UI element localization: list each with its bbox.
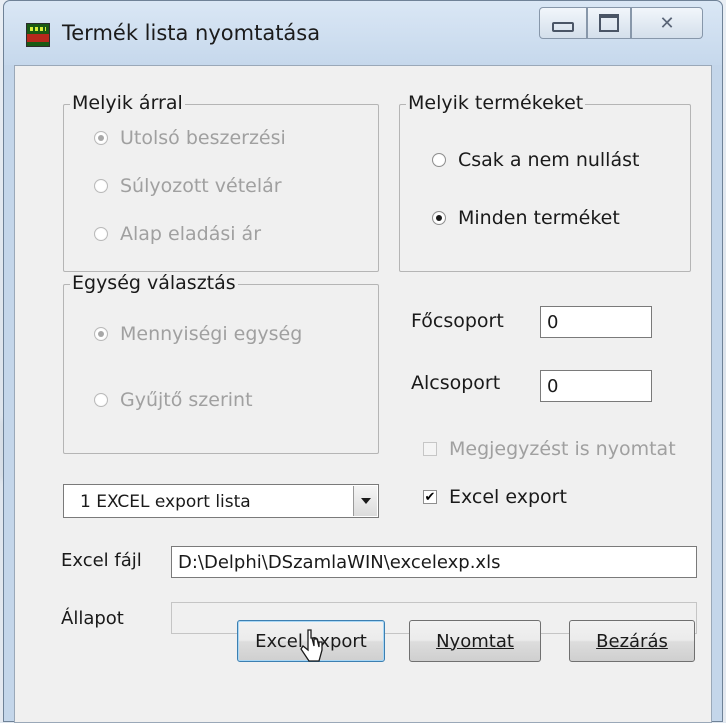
radio-button[interactable]	[432, 211, 446, 225]
radio-label: Minden terméket	[458, 207, 620, 229]
print-button[interactable]: Nyomtat	[409, 620, 541, 662]
sub-group-label: Alcsoport	[411, 372, 501, 394]
dialog-window: Termék lista nyomtatása ✕ Melyik árral U…	[3, 0, 723, 723]
app-icon[interactable]	[26, 23, 50, 47]
maximize-icon	[599, 14, 619, 32]
mouse-cursor-icon	[300, 629, 323, 662]
radio-button[interactable]	[94, 179, 108, 193]
products-group-label: Melyik termékeket	[406, 92, 586, 114]
note-checkbox-row[interactable]: Megjegyzést is nyomtat	[423, 438, 676, 460]
radio-label: Súlyozott vételár	[120, 175, 282, 197]
caption-buttons: ✕	[539, 7, 717, 39]
minimize-icon	[552, 22, 574, 32]
main-group-input[interactable]	[540, 306, 652, 338]
note-checkbox-label: Megjegyzést is nyomtat	[449, 438, 676, 460]
unit-group-label: Egység választás	[70, 272, 238, 294]
radio-label: Mennyiségi egység	[120, 323, 303, 345]
excel-checkbox-label: Excel export	[449, 486, 567, 508]
main-group-label: Főcsoport	[411, 310, 504, 332]
radio-weighted-price[interactable]: Súlyozott vételár	[94, 175, 282, 197]
products-group: Melyik termékeket Csak a nem nullást Min…	[399, 92, 691, 272]
excel-checkbox-row[interactable]: ✔ Excel export	[423, 486, 567, 508]
report-type-select[interactable]: 1 EXCEL export lista	[63, 484, 379, 518]
chevron-down-icon	[360, 498, 371, 504]
radio-button[interactable]	[94, 327, 108, 341]
dialog-client-area: Melyik árral Utolsó beszerzési Súlyozott…	[14, 65, 712, 723]
radio-quantity-unit[interactable]: Mennyiségi egység	[94, 323, 302, 345]
price-group: Melyik árral Utolsó beszerzési Súlyozott…	[63, 92, 379, 272]
title-bar[interactable]: Termék lista nyomtatása ✕	[4, 1, 722, 65]
excel-file-label: Excel fájl	[61, 550, 142, 571]
minimize-button[interactable]	[539, 7, 587, 39]
close-icon: ✕	[659, 12, 675, 34]
radio-last-purchase[interactable]: Utolsó beszerzési	[94, 127, 286, 149]
unit-group: Egység választás Mennyiségi egység Gyűjt…	[63, 272, 379, 454]
window-title: Termék lista nyomtatása	[62, 21, 321, 45]
excel-file-input[interactable]	[171, 546, 697, 578]
sub-group-input[interactable]	[540, 370, 652, 402]
print-button-label: Nyomtat	[436, 630, 514, 652]
radio-label: Csak a nem nullást	[458, 149, 640, 171]
dropdown-button[interactable]	[353, 486, 377, 516]
maximize-button[interactable]	[587, 7, 631, 39]
radio-non-zero-only[interactable]: Csak a nem nullást	[432, 149, 639, 171]
radio-collector-unit[interactable]: Gyűjtő szerint	[94, 389, 253, 411]
radio-button[interactable]	[94, 393, 108, 407]
checkmark-icon: ✔	[424, 489, 436, 505]
radio-base-sale-price[interactable]: Alap eladási ár	[94, 223, 261, 245]
radio-button[interactable]	[432, 153, 446, 167]
excel-checkbox[interactable]: ✔	[423, 490, 437, 504]
status-label: Állapot	[61, 608, 124, 629]
close-button[interactable]: Bezárás	[569, 620, 695, 662]
close-window-button[interactable]: ✕	[631, 7, 703, 39]
radio-label: Alap eladási ár	[120, 223, 262, 245]
radio-button[interactable]	[94, 227, 108, 241]
report-type-value: 1 EXCEL export lista	[80, 492, 251, 512]
radio-button[interactable]	[94, 131, 108, 145]
radio-all-products[interactable]: Minden terméket	[432, 207, 620, 229]
note-checkbox[interactable]	[423, 442, 437, 456]
close-button-label: Bezárás	[596, 630, 668, 652]
price-group-label: Melyik árral	[70, 92, 185, 114]
radio-label: Utolsó beszerzési	[120, 127, 286, 149]
radio-label: Gyűjtő szerint	[120, 389, 253, 411]
